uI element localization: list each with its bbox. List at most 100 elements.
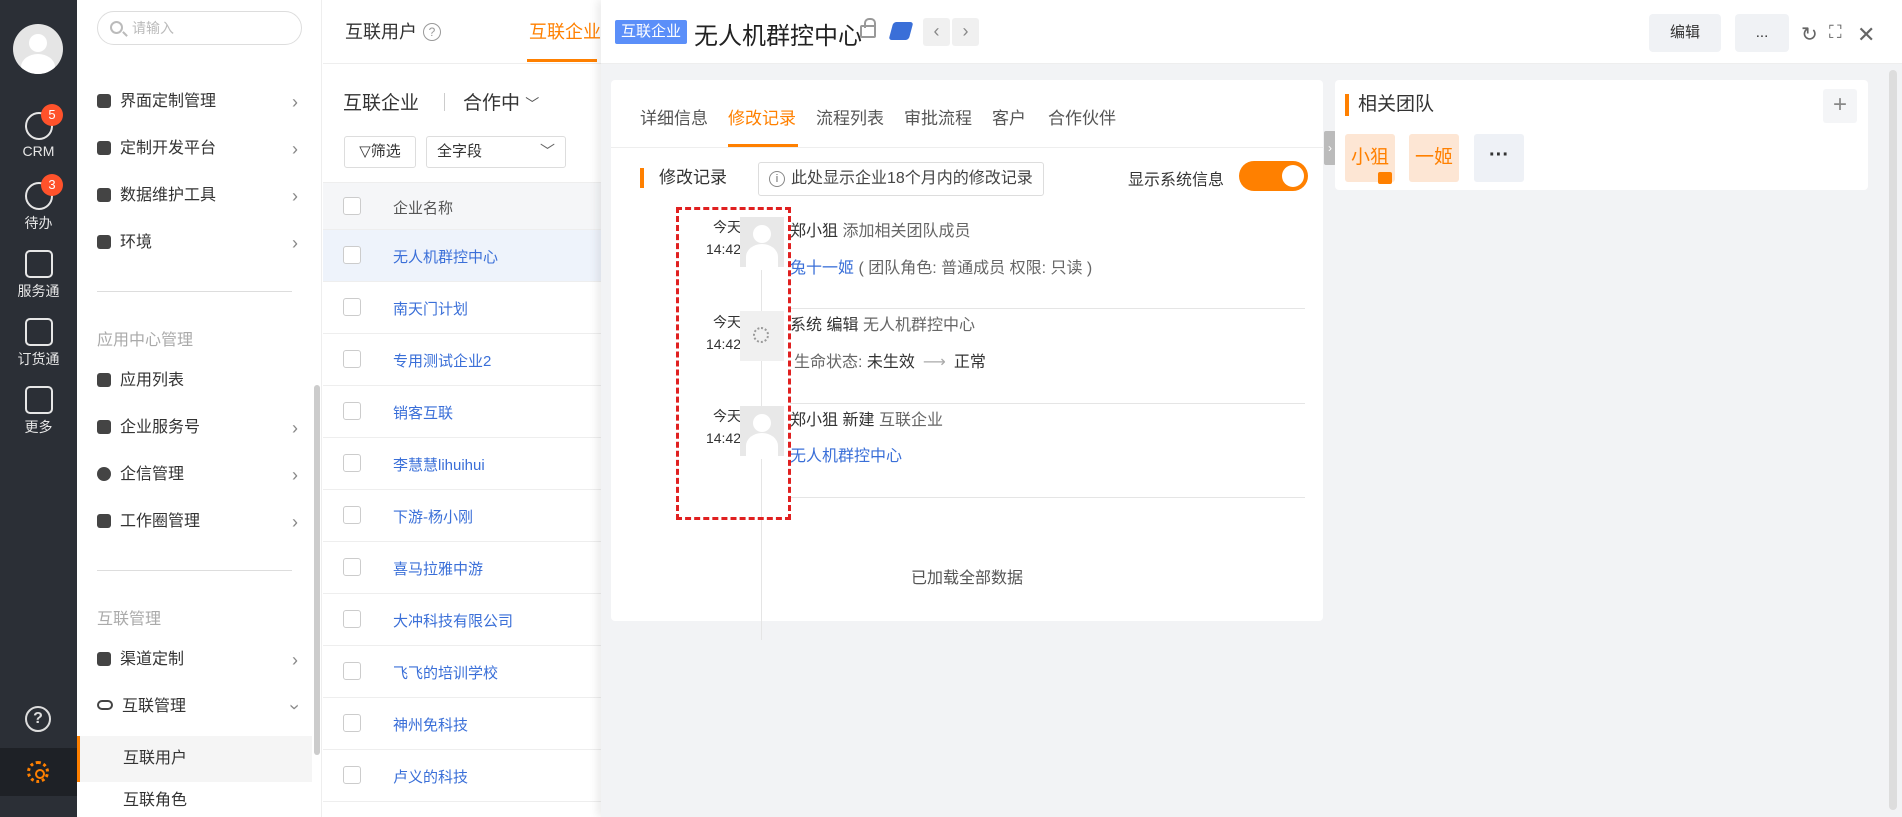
toggle-label: 显示系统信息 <box>1128 172 1225 189</box>
enterprise-name-link[interactable]: 大冲科技有限公司 <box>393 610 513 631</box>
table-row[interactable]: 无人机群控中心 <box>323 230 601 282</box>
chevron-right-icon: › <box>292 92 298 112</box>
field-select[interactable]: 全字段 ﹀ <box>426 136 566 168</box>
team-member[interactable]: 一姬 <box>1409 134 1459 182</box>
order-icon <box>24 318 53 346</box>
status-filter-dropdown[interactable]: 合作中 ﹀ <box>463 88 539 115</box>
menu-label: 工作圈管理 <box>120 513 201 530</box>
enterprise-name-link[interactable]: 喜马拉雅中游 <box>393 558 483 579</box>
menu-item-environment[interactable]: 环境 › <box>97 228 302 258</box>
add-member-button[interactable]: + <box>1823 89 1857 123</box>
enterprise-name-link[interactable]: 李慧慧lihuihui <box>393 454 485 475</box>
menu-item-app-list[interactable]: 应用列表 <box>97 366 302 396</box>
tab-process-list[interactable]: 流程列表 <box>816 104 884 129</box>
tab-partners[interactable]: 合作伙伴 <box>1048 104 1116 129</box>
menu-label: 界面定制管理 <box>120 93 217 110</box>
menu-item-work-circle[interactable]: 工作圈管理 › <box>97 507 302 537</box>
rail-item-order[interactable]: 订货通 <box>0 318 77 369</box>
column-header-name[interactable]: 企业名称 <box>393 197 453 218</box>
enterprise-name-link[interactable]: 神州免科技 <box>393 714 468 735</box>
menu-item-dev-platform[interactable]: 定制开发平台 › <box>97 134 302 164</box>
menu-item-interconnect-mgmt[interactable]: 互联管理 › <box>97 692 305 722</box>
row-checkbox[interactable] <box>343 402 361 420</box>
menu-item-service-account[interactable]: 企业服务号 › <box>97 413 302 443</box>
menu-label: 数据维护工具 <box>120 187 217 204</box>
menu-item-channel-custom[interactable]: 渠道定制 › <box>97 645 302 675</box>
table-row[interactable]: 下游-杨小刚 <box>323 490 601 542</box>
enterprise-name-link[interactable]: 销客互联 <box>393 402 453 423</box>
rail-item-crm[interactable]: CRM 5 <box>0 104 77 159</box>
row-checkbox[interactable] <box>343 766 361 784</box>
enterprise-name-link[interactable]: 专用测试企业2 <box>393 350 491 371</box>
row-checkbox[interactable] <box>343 246 361 264</box>
record-summary: 系统 编辑 无人机群控中心 <box>790 311 975 335</box>
sidebar-scrollbar[interactable] <box>314 385 320 755</box>
member-link[interactable]: 兔十一姬 <box>790 260 854 277</box>
record-action: 无人机群控中心 <box>862 317 975 334</box>
menu-item-messaging[interactable]: 企信管理 › <box>97 460 302 490</box>
rail-item-todo[interactable]: 待办 3 <box>0 174 77 233</box>
menu-item-interconnect-roles[interactable]: 互联角色 <box>77 786 312 816</box>
divider <box>790 403 1305 404</box>
enterprise-name-link[interactable]: 卢义的科技 <box>393 766 468 787</box>
filter-button[interactable]: ▽筛选 <box>344 136 416 168</box>
tab-interconnect-users[interactable]: 互联用户? <box>345 18 441 44</box>
fullscreen-icon[interactable]: ⛶ <box>1829 22 1842 43</box>
enterprise-name-link[interactable]: 无人机群控中心 <box>393 246 498 267</box>
refresh-icon[interactable]: ↻ <box>1801 22 1818 47</box>
select-all-checkbox[interactable] <box>343 197 361 215</box>
rail-label: 更多 <box>24 419 53 435</box>
enterprise-name-link[interactable]: 飞飞的培训学校 <box>393 662 498 683</box>
table-row[interactable]: 飞飞的培训学校 <box>323 646 601 698</box>
team-member-owner[interactable]: 小狙 <box>1345 134 1395 184</box>
table-row[interactable]: 专用测试企业2 <box>323 334 601 386</box>
prev-record-button[interactable]: ‹ <box>923 18 950 46</box>
more-members-button[interactable]: ··· <box>1474 134 1524 182</box>
row-checkbox[interactable] <box>343 714 361 732</box>
enterprise-name-link[interactable]: 南天门计划 <box>393 298 468 319</box>
table-row[interactable]: 卢义的科技 <box>323 750 601 802</box>
table-row[interactable]: 销客互联 <box>323 386 601 438</box>
row-checkbox[interactable] <box>343 662 361 680</box>
sidebar-search[interactable] <box>97 11 302 45</box>
row-checkbox[interactable] <box>343 454 361 472</box>
user-avatar[interactable] <box>13 24 63 74</box>
row-checkbox[interactable] <box>343 610 361 628</box>
tab-customers[interactable]: 客户 <box>992 104 1026 129</box>
tab-change-log[interactable]: 修改记录 <box>728 104 796 129</box>
row-checkbox[interactable] <box>343 506 361 524</box>
show-system-info-toggle[interactable] <box>1239 161 1308 191</box>
unlock-icon[interactable] <box>860 18 876 38</box>
tab-approval-flow[interactable]: 审批流程 <box>904 104 972 129</box>
tab-interconnect-enterprises[interactable]: 互联企业 <box>529 18 601 44</box>
enterprise-name-link[interactable]: 下游-杨小刚 <box>393 506 473 527</box>
arrow-right-icon: ⟶ <box>922 354 946 371</box>
rail-label: 服务通 <box>17 283 60 299</box>
table-row[interactable]: 李慧慧lihuihui <box>323 438 601 490</box>
table-row[interactable]: 南天门计划 <box>323 282 601 334</box>
more-button[interactable]: ... <box>1735 14 1789 52</box>
menu-item-ui-customization[interactable]: 界面定制管理 › <box>97 87 302 117</box>
row-checkbox[interactable] <box>343 298 361 316</box>
table-row[interactable]: 大冲科技有限公司 <box>323 594 601 646</box>
table-row[interactable]: 神州免科技 <box>323 698 601 750</box>
help-icon[interactable]: ? <box>25 706 51 732</box>
help-icon[interactable]: ? <box>423 23 441 41</box>
rail-item-more[interactable]: 更多 <box>0 386 77 437</box>
detail-scrollbar[interactable] <box>1889 70 1897 810</box>
table-row[interactable]: 喜马拉雅中游 <box>323 542 601 594</box>
notice-text: 此处显示企业18个月内的修改记录 <box>791 170 1033 187</box>
next-record-button[interactable]: › <box>952 18 979 46</box>
rail-item-service[interactable]: 服务通 <box>0 250 77 301</box>
settings-button[interactable] <box>0 748 77 796</box>
search-input[interactable] <box>132 18 292 38</box>
tag-icon[interactable] <box>888 22 914 40</box>
edit-button[interactable]: 编辑 <box>1649 14 1721 52</box>
menu-item-data-tools[interactable]: 数据维护工具 › <box>97 181 302 211</box>
tab-details[interactable]: 详细信息 <box>640 104 708 129</box>
row-checkbox[interactable] <box>343 350 361 368</box>
enterprise-link[interactable]: 无人机群控中心 <box>790 448 902 465</box>
row-checkbox[interactable] <box>343 558 361 576</box>
menu-item-interconnect-users[interactable]: 互联用户 <box>77 736 312 782</box>
close-icon[interactable]: ✕ <box>1857 22 1875 48</box>
